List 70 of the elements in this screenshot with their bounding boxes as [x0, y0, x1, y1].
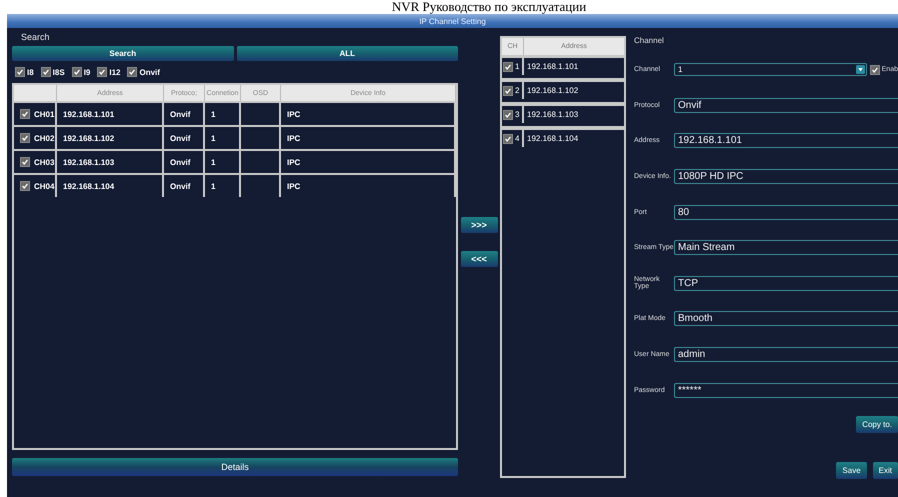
checkbox[interactable]	[97, 67, 108, 77]
section-label: Channel	[634, 36, 664, 44]
input-field[interactable]: Onvif	[674, 98, 898, 113]
checkbox[interactable]	[503, 110, 513, 120]
search-button[interactable]: Search	[12, 46, 234, 61]
checkbox[interactable]	[127, 67, 138, 77]
table-cell: Onvif	[164, 175, 205, 197]
checkbox[interactable]	[503, 86, 513, 96]
document-heading: NVR Руководство по эксплуатации	[392, 0, 586, 14]
input-field[interactable]: admin	[674, 347, 898, 362]
all-button[interactable]: ALL	[236, 46, 458, 61]
table-cell: 1	[205, 103, 241, 125]
channel-label: CH02	[34, 134, 54, 142]
checkbox[interactable]	[20, 133, 30, 143]
table-cell: 192.168.1.104	[524, 128, 624, 147]
checkbox[interactable]	[72, 67, 82, 77]
input-field[interactable]: Main Stream	[674, 240, 898, 256]
checkbox[interactable]	[20, 157, 30, 167]
table-cell: IPC	[281, 127, 456, 149]
table-cell: 192.168.1.102	[524, 80, 624, 99]
dropdown-icon[interactable]	[856, 65, 865, 74]
copy-button[interactable]: Copy to.	[856, 416, 898, 433]
table-cell: Onvif	[164, 127, 205, 149]
channel-label: CH01	[34, 110, 54, 118]
input-field[interactable]: 192.168.1.101	[674, 133, 898, 148]
channel-number: 1	[515, 62, 520, 71]
channel-number: 3	[515, 110, 520, 119]
filter-label: I8	[27, 68, 34, 76]
checkbox[interactable]	[503, 134, 513, 144]
table-cell: 192.168.1.101	[524, 56, 624, 75]
table-cell: 192.168.1.104	[57, 175, 164, 197]
checkbox[interactable]	[503, 62, 513, 72]
window-title: IP Channel Setting	[419, 16, 486, 26]
table-cell: 192.168.1.102	[57, 127, 164, 149]
add-button[interactable]: >>>	[460, 217, 498, 233]
table-cell: 192.168.1.103	[524, 104, 624, 123]
checkbox[interactable]	[40, 67, 51, 77]
exit-button[interactable]: Exit	[872, 462, 898, 479]
channel-number: 4	[515, 134, 520, 143]
remove-button[interactable]: <<<	[460, 251, 498, 267]
input-field[interactable]: TCP	[674, 276, 898, 291]
checkbox[interactable]	[20, 181, 30, 191]
channel-number: 2	[515, 86, 520, 95]
checkbox[interactable]	[15, 67, 25, 77]
input-field[interactable]: 80	[674, 204, 898, 220]
details-button[interactable]: Details	[12, 458, 458, 476]
table-cell: Onvif	[164, 151, 205, 173]
table-cell: 192.168.1.101	[57, 103, 164, 125]
checkbox[interactable]	[20, 109, 30, 119]
filter-label: Onvif	[139, 68, 160, 76]
filter-label: I12	[109, 68, 120, 76]
table-cell: 192.168.1.103	[57, 151, 164, 173]
table-cell: 1	[205, 175, 241, 197]
checkbox[interactable]	[870, 64, 880, 75]
save-button[interactable]: Save	[836, 462, 867, 479]
table-cell: IPC	[281, 175, 456, 197]
table-cell: 1	[205, 127, 241, 149]
table-cell: Onvif	[164, 103, 205, 125]
input-field[interactable]: Bmooth	[674, 311, 898, 326]
filter-label: I9	[84, 68, 90, 76]
channel-label: CH03	[34, 158, 54, 166]
channel-label: CH04	[34, 182, 54, 190]
table-cell: IPC	[281, 103, 456, 125]
table-cell: IPC	[281, 151, 456, 173]
input-field[interactable]: ******	[674, 382, 898, 398]
channel-select[interactable]: 1	[674, 63, 867, 76]
table-cell: 1	[205, 151, 241, 173]
input-field[interactable]: 1080P HD IPC	[674, 169, 898, 184]
filter-label: I8S	[52, 68, 65, 76]
section-label: Search	[21, 32, 50, 42]
